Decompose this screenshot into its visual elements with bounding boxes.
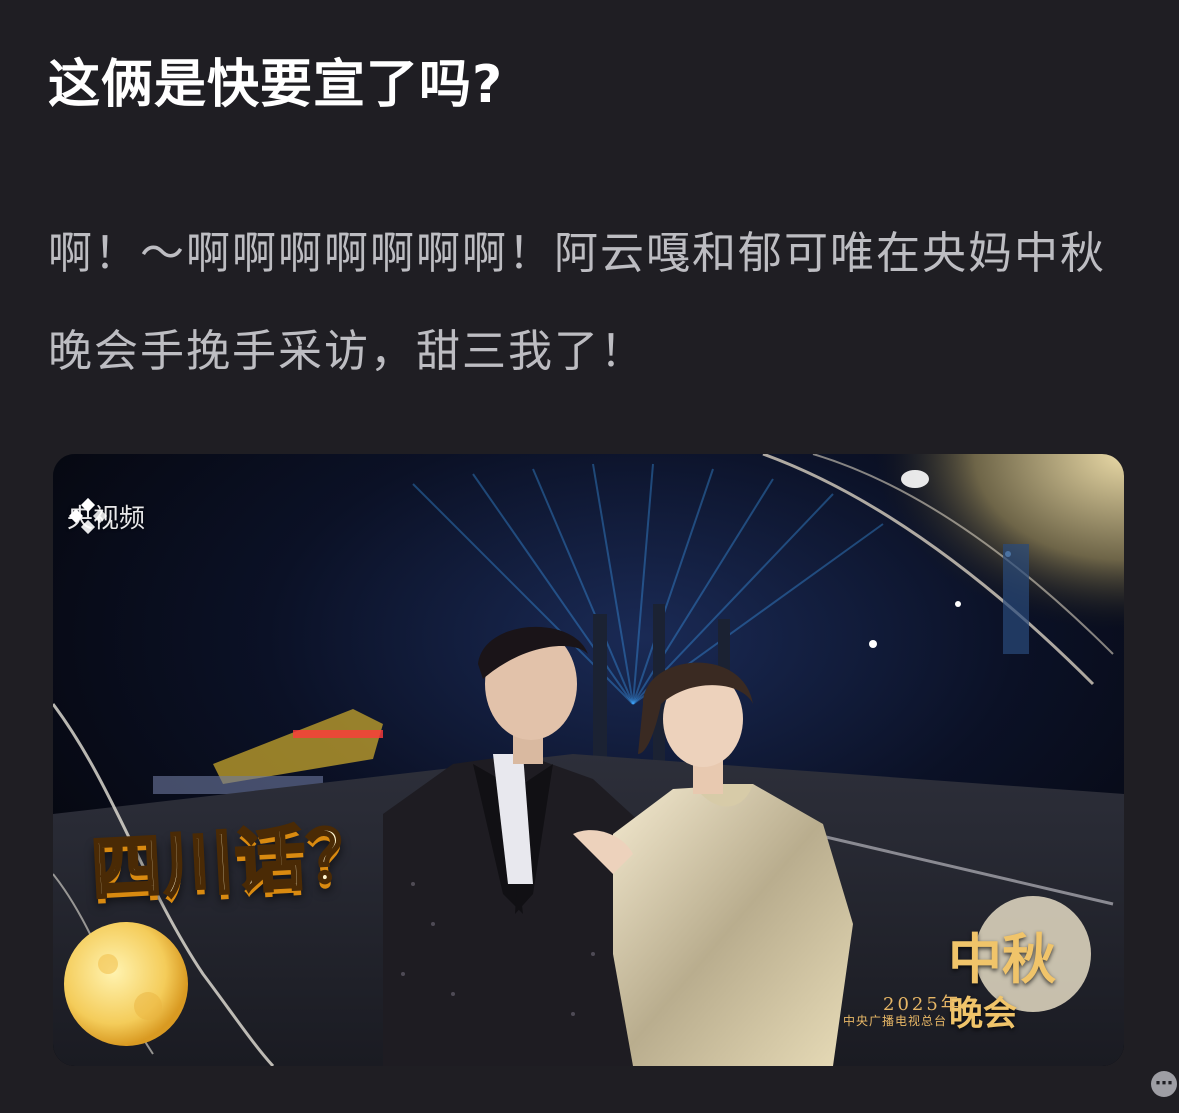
video-caption: 四川话？ [88,812,383,912]
post-body: 啊！～啊啊啊啊啊啊啊！阿云嘎和郁可唯在央妈中秋晚会手挽手采访，甜三我了！ [48,228,1106,377]
cctv-video-logo-icon [68,498,108,534]
cctv-video-watermark: 央视频 [67,498,145,535]
more-icon[interactable]: ⋯ [1151,1071,1177,1097]
post-title: 这俩是快要宣了吗? [48,55,504,115]
post-image[interactable]: 央视频 四川话？ 中秋 晚会 2025年 中央广播电视总台 [53,454,1124,1066]
event-organizer: 中央广播电视总台 [843,1014,948,1028]
post: 这俩是快要宣了吗? 啊！～啊啊啊啊啊啊啊！阿云嘎和郁可唯在央妈中秋晚会手挽手采访… [0,0,1179,1113]
event-logo-main: 中秋 [948,927,1056,991]
